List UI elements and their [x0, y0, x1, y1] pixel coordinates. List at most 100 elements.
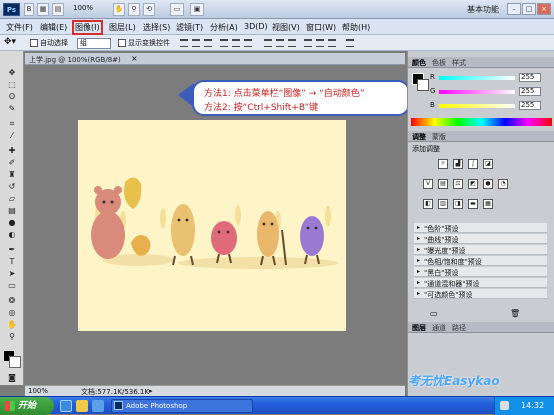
close-document-icon[interactable]: × — [131, 54, 138, 63]
brightness-icon[interactable]: ☼ — [438, 159, 448, 169]
menu-image[interactable]: 图像(I) — [72, 20, 103, 35]
distribute-top-icon[interactable] — [264, 39, 272, 47]
threshold-icon[interactable]: ◨ — [453, 199, 463, 209]
show-transform-checkbox[interactable] — [118, 39, 126, 47]
folder-icon[interactable] — [76, 400, 88, 412]
adjust-footer-icon[interactable]: ▭ — [430, 309, 438, 318]
quick-mask-icon[interactable]: ◙ — [5, 373, 19, 382]
tab-adjustments[interactable]: 调整 — [412, 132, 426, 142]
tab-layers[interactable]: 图层 — [412, 323, 426, 333]
menu-edit[interactable]: 编辑(E) — [40, 22, 67, 33]
healing-brush-tool-icon[interactable]: ✚ — [5, 146, 19, 155]
zoom-tool-icon[interactable]: ⚲ — [128, 3, 140, 16]
screen-mode-icon[interactable]: ▣ — [190, 3, 204, 16]
status-menu-arrow-icon[interactable]: ▸ — [149, 387, 153, 395]
brush-tool-icon[interactable]: ✐ — [5, 158, 19, 167]
menu-layer[interactable]: 图层(L) — [109, 22, 136, 33]
menu-file[interactable]: 文件(F) — [6, 22, 33, 33]
marquee-tool-icon[interactable]: ⬚ — [5, 80, 19, 89]
distribute-vcenter-icon[interactable] — [276, 39, 284, 47]
curves-icon[interactable]: ∫ — [468, 159, 478, 169]
hue-saturation-icon[interactable]: ▤ — [438, 179, 448, 189]
gradient-tool-icon[interactable]: ▤ — [5, 206, 19, 215]
color-balance-icon[interactable]: ⚖ — [453, 179, 463, 189]
arrange-documents-icon[interactable]: ▭ — [170, 3, 184, 16]
start-button[interactable]: 开始 — [0, 397, 54, 415]
dodge-tool-icon[interactable]: ◐ — [5, 230, 19, 239]
preset-exposure[interactable]: ▸ "曝光度"预设 — [414, 245, 547, 255]
distribute-right-icon[interactable] — [328, 39, 336, 47]
pen-tool-icon[interactable]: ✒ — [5, 245, 19, 254]
invert-icon[interactable]: ◧ — [423, 199, 433, 209]
distribute-hcenter-icon[interactable] — [316, 39, 324, 47]
menu-filter[interactable]: 滤镜(T) — [176, 22, 203, 33]
selective-color-icon[interactable]: ▦ — [483, 199, 493, 209]
zoom-tool-icon[interactable]: ⚲ — [5, 332, 19, 341]
hand-tool-icon[interactable]: ✋ — [5, 320, 19, 329]
preset-channel-mixer[interactable]: ▸ "通道混和器"预设 — [414, 278, 547, 288]
color-spectrum-bar[interactable] — [411, 118, 552, 126]
auto-select-checkbox[interactable] — [30, 39, 38, 47]
media-icon[interactable] — [92, 400, 104, 412]
preset-hue-saturation[interactable]: ▸ "色相/饱和度"预设 — [414, 256, 547, 266]
ie-icon[interactable] — [60, 400, 72, 412]
preset-levels[interactable]: ▸ "色阶"预设 — [414, 223, 547, 233]
align-hcenter-icon[interactable] — [232, 39, 240, 47]
preset-curves[interactable]: ▸ "曲线"预设 — [414, 234, 547, 244]
exposure-icon[interactable]: ◪ — [483, 159, 493, 169]
document-canvas[interactable] — [78, 120, 346, 331]
green-value-input[interactable]: 255 — [519, 87, 541, 96]
menu-help[interactable]: 帮助(H) — [342, 22, 370, 33]
preset-selective-color[interactable]: ▸ "可选颜色"预设 — [414, 289, 547, 299]
clone-stamp-tool-icon[interactable]: ♜ — [5, 170, 19, 179]
menu-analysis[interactable]: 分析(A) — [210, 22, 238, 33]
tab-channels[interactable]: 通道 — [432, 323, 446, 333]
align-vcenter-icon[interactable] — [192, 39, 200, 47]
shape-tool-icon[interactable]: ▭ — [5, 281, 19, 290]
crop-tool-icon[interactable]: ⌗ — [5, 119, 19, 128]
maximize-button[interactable]: □ — [522, 3, 536, 15]
red-value-input[interactable]: 255 — [519, 73, 541, 82]
gradient-map-icon[interactable]: ▬ — [468, 199, 478, 209]
auto-select-dropdown[interactable]: 组 — [77, 38, 111, 49]
green-slider[interactable]: G 255 — [430, 87, 552, 97]
eyedropper-tool-icon[interactable]: ⁄ — [5, 131, 19, 140]
align-left-icon[interactable] — [220, 39, 228, 47]
blur-tool-icon[interactable]: ● — [5, 218, 19, 227]
view-extras-icon[interactable]: ▤ — [52, 3, 64, 16]
eraser-tool-icon[interactable]: ▱ — [5, 194, 19, 203]
align-right-icon[interactable] — [244, 39, 252, 47]
status-zoom[interactable]: 100% — [28, 387, 48, 395]
preset-black-white[interactable]: ▸ "黑白"预设 — [414, 267, 547, 277]
speaker-icon[interactable] — [500, 401, 509, 410]
blue-slider[interactable]: B 255 — [430, 101, 552, 111]
distribute-left-icon[interactable] — [304, 39, 312, 47]
adjust-delete-icon[interactable]: 🗑 — [510, 309, 520, 318]
tab-swatches[interactable]: 色板 — [432, 58, 446, 68]
rotate-view-icon[interactable]: ⟲ — [143, 3, 155, 16]
3d-rotate-tool-icon[interactable]: ❂ — [5, 296, 19, 305]
color-background-swatch[interactable] — [417, 79, 429, 91]
align-bottom-icon[interactable] — [204, 39, 212, 47]
quick-select-tool-icon[interactable]: ✎ — [5, 104, 19, 113]
channel-mixer-icon[interactable]: ◔ — [498, 179, 508, 189]
menu-select[interactable]: 选择(S) — [143, 22, 170, 33]
taskbar-photoshop[interactable]: Adobe Photoshop — [111, 399, 253, 413]
move-tool-preset-icon[interactable]: ✥▾ — [4, 37, 16, 47]
zoom-level[interactable]: 100% — [73, 4, 93, 12]
tab-styles[interactable]: 样式 — [452, 58, 466, 68]
posterize-icon[interactable]: ▥ — [438, 199, 448, 209]
tab-paths[interactable]: 路径 — [452, 323, 466, 333]
menu-view[interactable]: 视图(V) — [272, 22, 300, 33]
auto-align-icon[interactable] — [346, 39, 354, 47]
hand-tool-icon[interactable]: ✋ — [113, 3, 125, 16]
distribute-bottom-icon[interactable] — [288, 39, 296, 47]
minimize-button[interactable]: – — [507, 3, 521, 15]
close-button[interactable]: × — [537, 3, 551, 15]
background-color-swatch[interactable] — [9, 356, 21, 368]
lasso-tool-icon[interactable]: ʘ — [5, 92, 19, 101]
blue-value-input[interactable]: 255 — [519, 101, 541, 110]
align-top-icon[interactable] — [180, 39, 188, 47]
history-brush-tool-icon[interactable]: ↺ — [5, 182, 19, 191]
black-white-icon[interactable]: ◩ — [468, 179, 478, 189]
